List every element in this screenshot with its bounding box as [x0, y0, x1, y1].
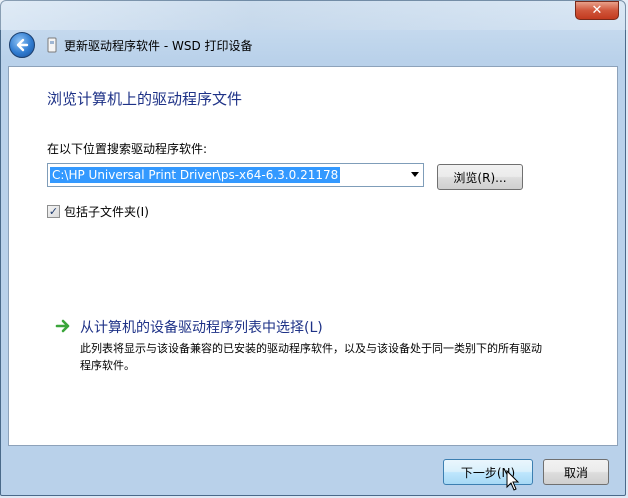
browse-button[interactable]: 浏览(R)...: [437, 164, 523, 190]
green-arrow-icon: [55, 319, 70, 333]
back-arrow-icon: [16, 38, 29, 52]
cancel-button[interactable]: 取消: [543, 459, 609, 485]
path-input[interactable]: C:\HP Universal Print Driver\ps-x64-6.3.…: [50, 167, 341, 183]
window-title: 更新驱动程序软件 - WSD 打印设备: [64, 39, 253, 53]
path-combobox[interactable]: C:\HP Universal Print Driver\ps-x64-6.3.…: [47, 163, 424, 187]
search-location-label: 在以下位置搜索驱动程序软件:: [47, 142, 208, 156]
pick-from-list-description: 此列表将显示与该设备兼容的已安装的驱动程序软件，以及与该设备处于同一类别下的所有…: [80, 342, 542, 372]
page-heading: 浏览计算机上的驱动程序文件: [47, 90, 243, 108]
back-button[interactable]: [9, 32, 35, 58]
include-subfolders-row[interactable]: ✓ 包括子文件夹(I): [47, 203, 149, 220]
close-button[interactable]: ✕: [575, 1, 619, 20]
mouse-cursor-icon: [506, 470, 520, 491]
include-subfolders-label[interactable]: 包括子文件夹(I): [64, 203, 149, 220]
close-icon: ✕: [591, 3, 603, 18]
background-strip: [0, 0, 628, 30]
pick-from-list-link[interactable]: 从计算机的设备驱动程序列表中选择(L): [80, 317, 323, 337]
include-subfolders-checkbox[interactable]: ✓: [47, 205, 60, 218]
chevron-down-icon[interactable]: [411, 172, 419, 177]
content-panel: 浏览计算机上的驱动程序文件 在以下位置搜索驱动程序软件: C:\HP Unive…: [8, 66, 618, 446]
printer-icon: [47, 37, 57, 53]
